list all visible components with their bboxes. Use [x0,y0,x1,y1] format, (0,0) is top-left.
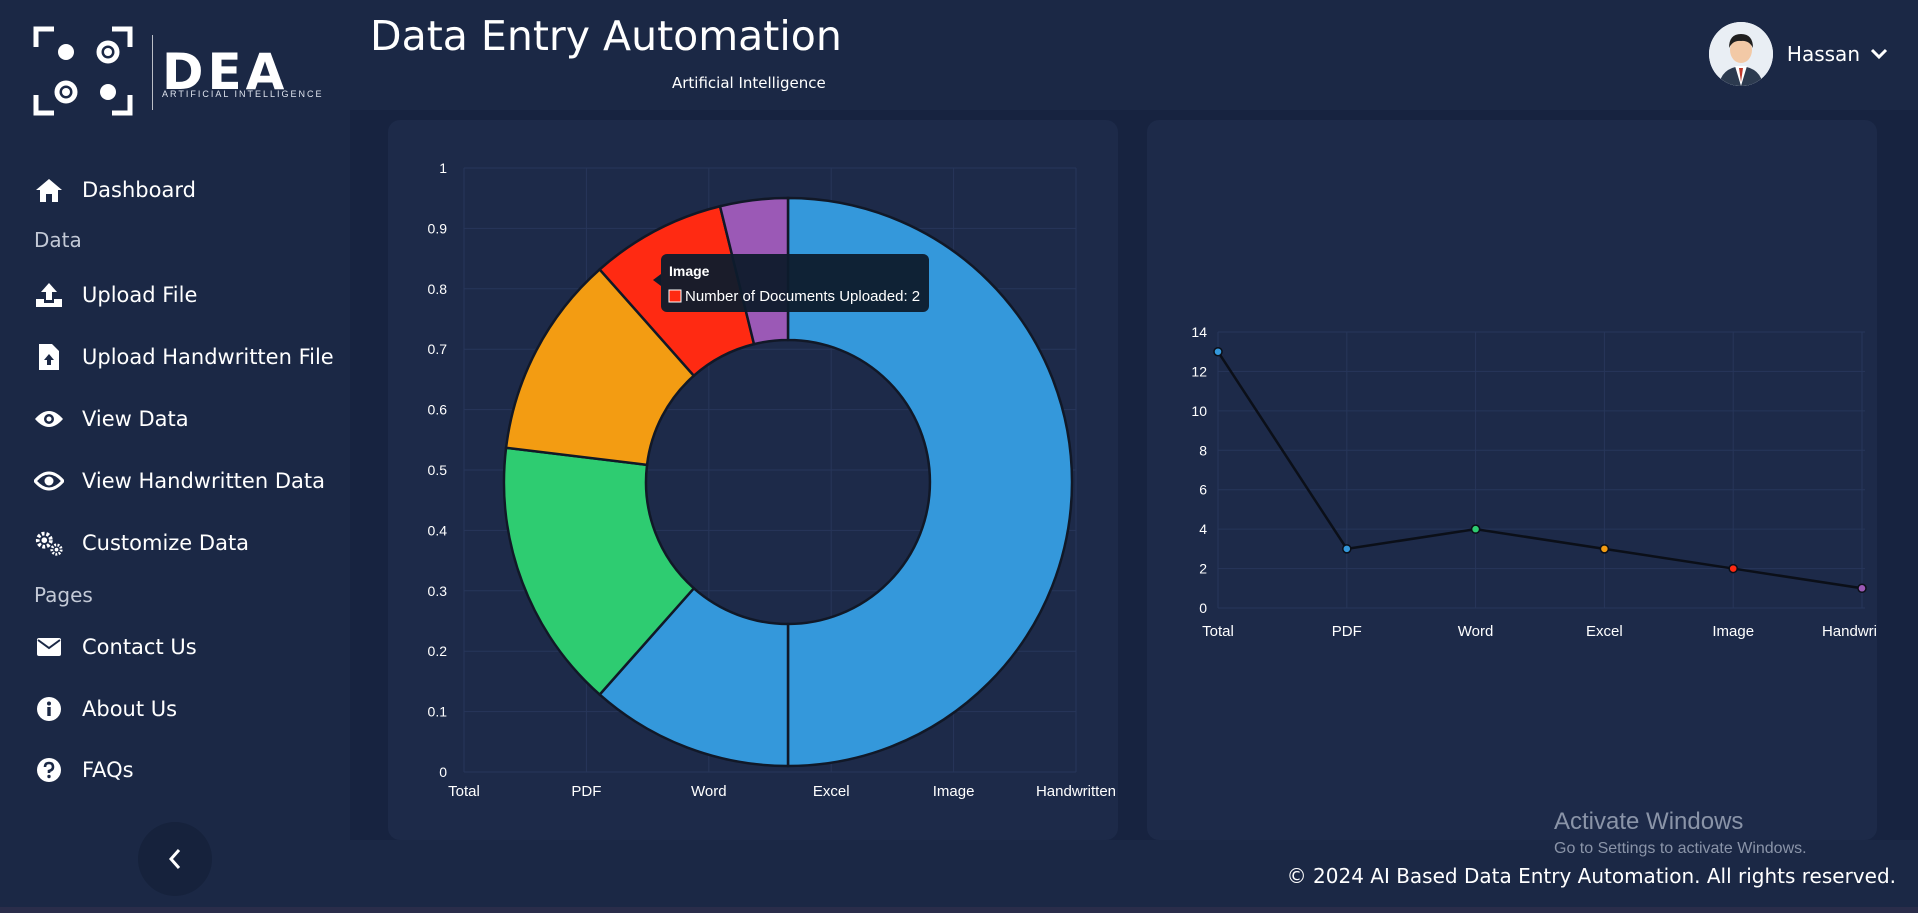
x-tick-label: Word [1458,623,1494,640]
x-tick-label: Total [1202,623,1234,640]
footer-copyright: © 2024 AI Based Data Entry Automation. A… [1286,864,1896,888]
doughnut-chart[interactable]: 0 0.1 0.2 0.3 0.4 0.5 0.6 0.7 0.8 0.9 1 Total PDF Wor… [388,120,1118,840]
y-tick-label: 0.3 [428,583,448,599]
sidebar-item-label: View Data [82,407,189,431]
sidebar-item-label: Contact Us [82,635,197,659]
y-tick-label: 10 [1191,403,1207,419]
x-tick-label: Word [691,783,727,800]
x-tick-label: PDF [571,783,601,800]
top-header: Data Entry Automation Artificial Intelli… [350,0,1918,110]
sidebar-item-view-handwritten-data[interactable]: View Handwritten Data [34,463,325,499]
sidebar-item-label: FAQs [82,758,134,782]
x-tick-label: PDF [1332,623,1362,640]
x-tick-label: Handwritten [1822,623,1877,640]
tooltip-title: Image [669,263,710,279]
info-icon [34,694,64,724]
page-subtitle: Artificial Intelligence [672,74,826,92]
tooltip-label: Number of Documents Uploaded: 2 [685,288,920,305]
y-tick-label: 0 [1199,600,1207,616]
y-tick-label: 0.4 [428,522,448,538]
y-tick-label: 0.2 [428,643,448,659]
gears-icon [34,528,64,558]
windows-activation-title: Activate Windows [1554,808,1744,835]
sidebar-item-label: Upload File [82,283,198,307]
chevron-down-icon [1870,48,1888,60]
dea-logo[interactable]: DEA ARTIFICIAL INTELLIGENCE [32,25,332,120]
logo-icon [33,26,133,116]
eye-icon [34,404,64,434]
envelope-icon [34,632,64,662]
question-icon [34,755,64,785]
sidebar-item-contact-us[interactable]: Contact Us [34,629,197,665]
y-tick-label: 8 [1199,442,1207,458]
line-chart[interactable]: 0 2 4 6 8 10 12 14 Total PDF Word Excel Image Handwri… [1147,120,1902,840]
bottom-strip [0,907,1918,913]
user-name: Hassan [1786,42,1860,66]
sidebar-item-faqs[interactable]: FAQs [34,752,134,788]
eye-icon [34,466,64,496]
chevron-left-icon [168,849,181,869]
x-tick-label: Total [448,783,480,800]
user-menu[interactable]: Hassan [1708,22,1888,86]
main-content: 0 0.1 0.2 0.3 0.4 0.5 0.6 0.7 0.8 0.9 1 Total PDF Wor… [350,110,1918,840]
y-tick-label: 0 [439,764,447,780]
data-point-word [1470,524,1481,534]
data-point-handwritten [1857,583,1867,594]
y-tick-label: 14 [1191,324,1207,340]
x-tick-label: Excel [813,783,850,800]
y-tick-label: 1 [439,160,447,176]
section-label-data: Data [34,228,82,252]
page-title: Data Entry Automation [370,12,842,60]
y-tick-label: 12 [1191,363,1207,379]
sidebar-item-upload-file[interactable]: Upload File [34,277,197,313]
y-tick-label: 0.6 [428,402,448,418]
sidebar-item-label: View Handwritten Data [82,469,325,493]
sidebar-item-view-data[interactable]: View Data [34,401,189,437]
line-chart-card: 0 2 4 6 8 10 12 14 Total PDF Word Excel Image Handwri… [1147,120,1902,840]
sidebar-item-label: Customize Data [82,531,250,555]
sidebar-item-customize-data[interactable]: Customize Data [34,525,249,561]
data-point-excel [1599,544,1610,554]
grid-lines [1217,331,1865,609]
doughnut-chart-card: 0 0.1 0.2 0.3 0.4 0.5 0.6 0.7 0.8 0.9 1 Total PDF Wor… [388,120,1118,840]
avatar [1708,22,1773,86]
sidebar-item-upload-handwritten-file[interactable]: Upload Handwritten File [34,339,334,375]
sidebar-item-label: About Us [82,697,178,721]
sidebar-item-label: Dashboard [82,178,196,202]
sidebar-item-dashboard[interactable]: Dashboard [34,172,196,208]
section-label-pages: Pages [34,583,93,607]
x-tick-label: Excel [1586,623,1623,640]
y-tick-label: 6 [1199,482,1207,498]
data-point-image [1728,563,1738,574]
y-tick-label: 0.1 [428,704,448,720]
sidebar-item-label: Upload Handwritten File [82,345,334,369]
x-tick-label: Handwritten [1036,783,1116,800]
windows-activation-subtitle: Go to Settings to activate Windows. [1554,840,1807,857]
chart-tooltip: Image Number of Documents Uploaded: 2 [653,254,929,312]
y-tick-label: 0.5 [428,462,448,478]
data-point-pdf [1342,544,1352,554]
logo-divider [152,35,153,110]
x-tick-label: Image [933,783,975,800]
y-tick-label: 4 [1199,521,1207,537]
file-upload-icon [34,342,64,372]
sidebar-item-about-us[interactable]: About Us [34,691,177,727]
line-series [1216,351,1863,590]
data-point-total [1213,346,1223,357]
y-tick-label: 2 [1199,561,1207,577]
y-tick-label: 0.9 [428,220,448,236]
home-icon [34,175,64,205]
y-tick-label: 0.7 [428,341,448,357]
collapse-sidebar-button[interactable] [138,822,212,896]
x-tick-label: Image [1712,623,1754,640]
sidebar: DEA ARTIFICIAL INTELLIGENCE Dashboard Da… [0,0,350,913]
logo-subtitle: ARTIFICIAL INTELLIGENCE [162,89,324,99]
tooltip-color-swatch [668,289,682,303]
upload-icon [34,280,64,310]
y-tick-label: 0.8 [428,281,448,297]
